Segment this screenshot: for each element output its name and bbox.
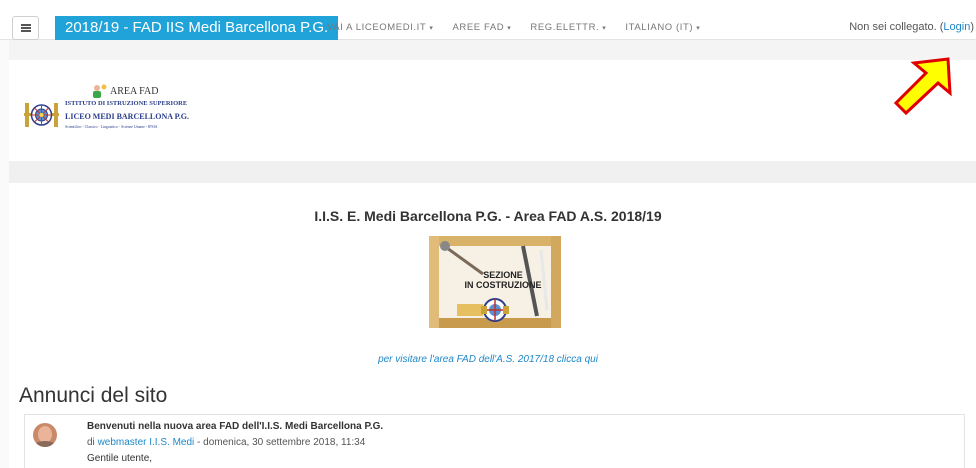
- previous-year-link[interactable]: per visitare l'area FAD dell'A.S. 2017/1…: [0, 354, 976, 365]
- top-navbar: 2018/19 - FAD IIS Medi Barcellona P.G. V…: [0, 0, 976, 40]
- page-title: I.I.S. E. Medi Barcellona P.G. - Area FA…: [314, 208, 662, 224]
- login-link[interactable]: Login: [943, 21, 970, 33]
- school-logo[interactable]: AREA FAD ISTITUTO DI ISTRUZIONE SUPERIOR…: [24, 84, 209, 144]
- nav-item-language[interactable]: ITALIANO (IT) ▾: [625, 22, 700, 33]
- site-brand-link[interactable]: 2018/19 - FAD IIS Medi Barcellona P.G.: [55, 16, 339, 40]
- students-icon: [93, 84, 107, 98]
- avatar[interactable]: [33, 423, 57, 447]
- nav-item-liceomedi[interactable]: VAI A LICEOMEDI.IT ▾: [327, 22, 433, 33]
- logo-line-school: LICEO MEDI BARCELLONA P.G.: [65, 112, 189, 121]
- nav-item-aree-fad[interactable]: AREE FAD ▾: [452, 22, 511, 33]
- nav-item-reg-elettr[interactable]: REG.ELETTR. ▾: [530, 22, 606, 33]
- post-meta: di webmaster I.I.S. Medi - domenica, 30 …: [87, 437, 366, 448]
- page-left-edge: [0, 40, 9, 468]
- login-status: Non sei collegato. (Login): [849, 21, 974, 33]
- logo-line-institute: ISTITUTO DI ISTRUZIONE SUPERIORE: [65, 100, 188, 107]
- chevron-down-icon: ▾: [429, 25, 434, 32]
- construction-line-2: IN COSTRUZIONE: [464, 280, 541, 290]
- nav-menu: VAI A LICEOMEDI.IT ▾ AREE FAD ▾ REG.ELETTR…: [327, 22, 719, 33]
- area-fad-label: AREA FAD: [110, 86, 159, 97]
- school-seal-icon: [24, 103, 59, 127]
- chevron-down-icon: ▾: [602, 25, 607, 32]
- menu-toggle-button[interactable]: [12, 16, 39, 40]
- construction-line-1: SEZIONE: [483, 270, 523, 280]
- chevron-down-icon: ▾: [696, 25, 701, 32]
- header-bottom-strip: [9, 161, 976, 183]
- hamburger-icon: [20, 24, 31, 32]
- chevron-down-icon: ▾: [507, 25, 512, 32]
- news-post: Benvenuti nella nuova area FAD dell'I.I.…: [24, 414, 965, 468]
- annotation-arrow-icon: [893, 57, 952, 116]
- under-construction-image: SEZIONE IN COSTRUZIONE: [429, 236, 561, 328]
- post-author-link[interactable]: webmaster I.I.S. Medi: [98, 437, 195, 448]
- post-title[interactable]: Benvenuti nella nuova area FAD dell'I.I.…: [87, 421, 383, 432]
- logo-line-courses: Scientifico - Classico - Linguistico - S…: [65, 125, 158, 129]
- arrow-shape: [893, 57, 952, 116]
- section-title-announcements: Annunci del sito: [19, 384, 168, 407]
- header-top-strip: [9, 40, 976, 60]
- post-body: Gentile utente,: [87, 453, 153, 464]
